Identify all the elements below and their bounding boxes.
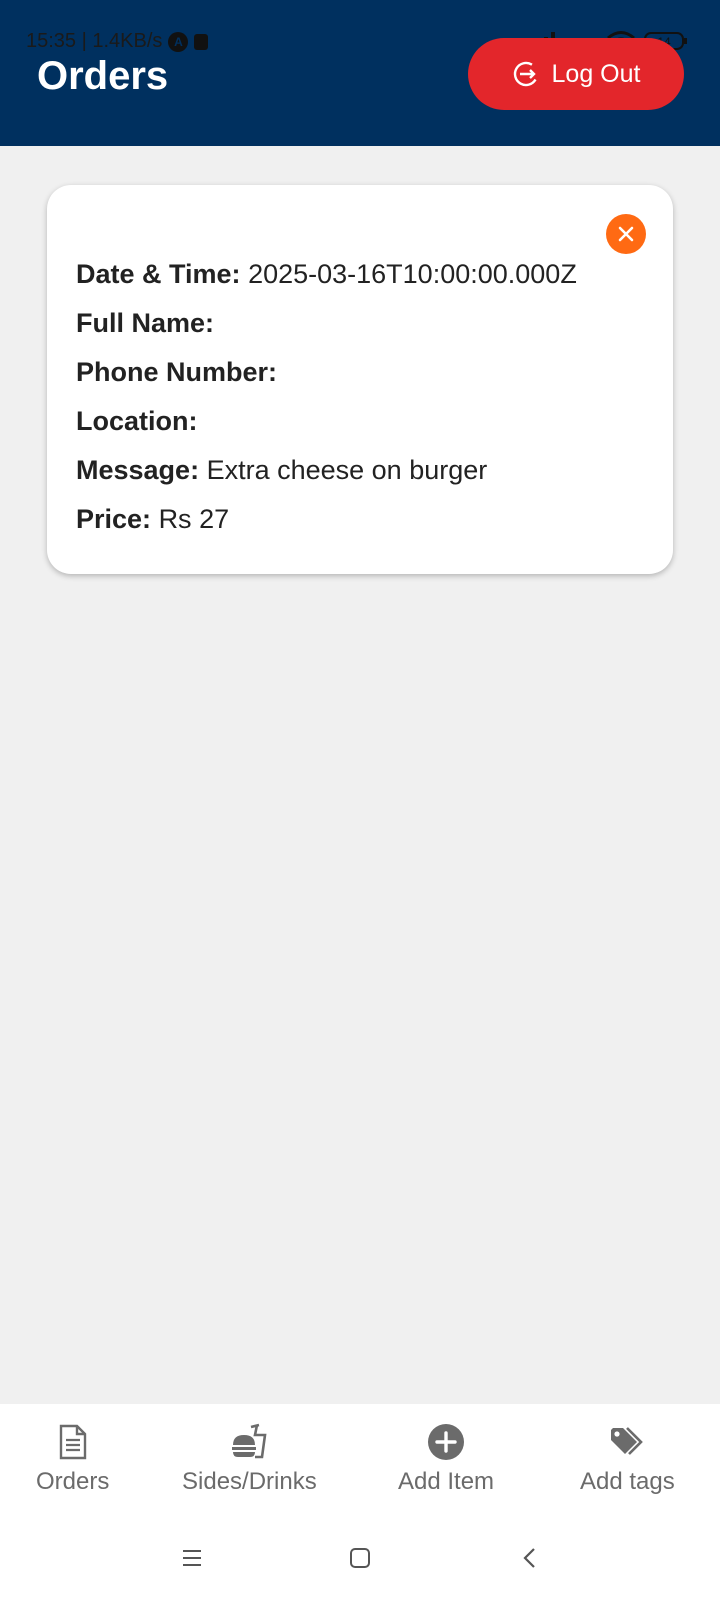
nav-orders[interactable]: Orders — [36, 1422, 109, 1496]
back-chevron-icon — [523, 1548, 535, 1568]
order-card: Date & Time: 2025-03-16T10:00:00.000Z Fu… — [47, 185, 673, 574]
app-notification-icon: A — [168, 31, 189, 52]
fastfood-icon — [229, 1422, 269, 1462]
logout-button[interactable]: Log Out — [468, 38, 684, 110]
field-label: Price: — [76, 504, 152, 534]
notification-icon — [194, 33, 209, 50]
field-label: Message: — [76, 455, 200, 485]
menu-icon — [183, 1550, 201, 1566]
nav-label: Sides/Drinks — [182, 1468, 317, 1495]
system-navigation-bar — [0, 1514, 720, 1601]
nav-label: Orders — [36, 1468, 110, 1495]
page-title: Orders — [37, 54, 169, 98]
field-value: 2025-03-16T10:00:00.000Z — [248, 259, 577, 289]
delete-order-button[interactable] — [606, 214, 646, 254]
close-icon — [618, 226, 634, 242]
field-label: Location: — [76, 406, 198, 436]
back-button[interactable] — [510, 1538, 550, 1578]
field-value: Extra cheese on burger — [206, 455, 488, 485]
nav-add-tags[interactable]: Add tags — [580, 1422, 675, 1496]
recent-apps-button[interactable] — [172, 1538, 212, 1578]
nav-label: Add tags — [580, 1468, 675, 1495]
home-square-icon — [350, 1548, 370, 1568]
order-message-row: Message: Extra cheese on burger — [76, 454, 577, 503]
field-label: Phone Number: — [76, 357, 278, 387]
document-icon — [53, 1422, 93, 1462]
order-name-row: Full Name: — [76, 307, 577, 356]
order-price-row: Price: Rs 27 — [76, 503, 577, 552]
nav-sides-drinks[interactable]: Sides/Drinks — [182, 1422, 317, 1496]
order-details: Date & Time: 2025-03-16T10:00:00.000Z Fu… — [76, 258, 577, 552]
order-location-row: Location: — [76, 405, 577, 454]
add-circle-icon — [426, 1422, 466, 1462]
status-bar: 15:35 | 1.4KB/s A — [26, 30, 209, 53]
home-button[interactable] — [340, 1538, 380, 1578]
bottom-navigation: Orders Sides/Drinks Add Item Add tags — [0, 1404, 720, 1514]
field-label: Date & Time: — [76, 259, 241, 289]
app-header: 15:35 | 1.4KB/s A 14 Orders Log — [0, 0, 720, 146]
order-date-row: Date & Time: 2025-03-16T10:00:00.000Z — [76, 258, 577, 307]
nav-label: Add Item — [398, 1468, 495, 1495]
logout-icon — [513, 61, 538, 87]
field-value: Rs 27 — [158, 504, 230, 534]
field-label: Full Name: — [76, 308, 215, 338]
tag-icon — [607, 1422, 647, 1462]
status-time: 15:35 | 1.4KB/s — [26, 30, 163, 52]
nav-add-item[interactable]: Add Item — [398, 1422, 494, 1496]
logout-label: Log Out — [551, 59, 641, 88]
order-phone-row: Phone Number: — [76, 356, 577, 405]
